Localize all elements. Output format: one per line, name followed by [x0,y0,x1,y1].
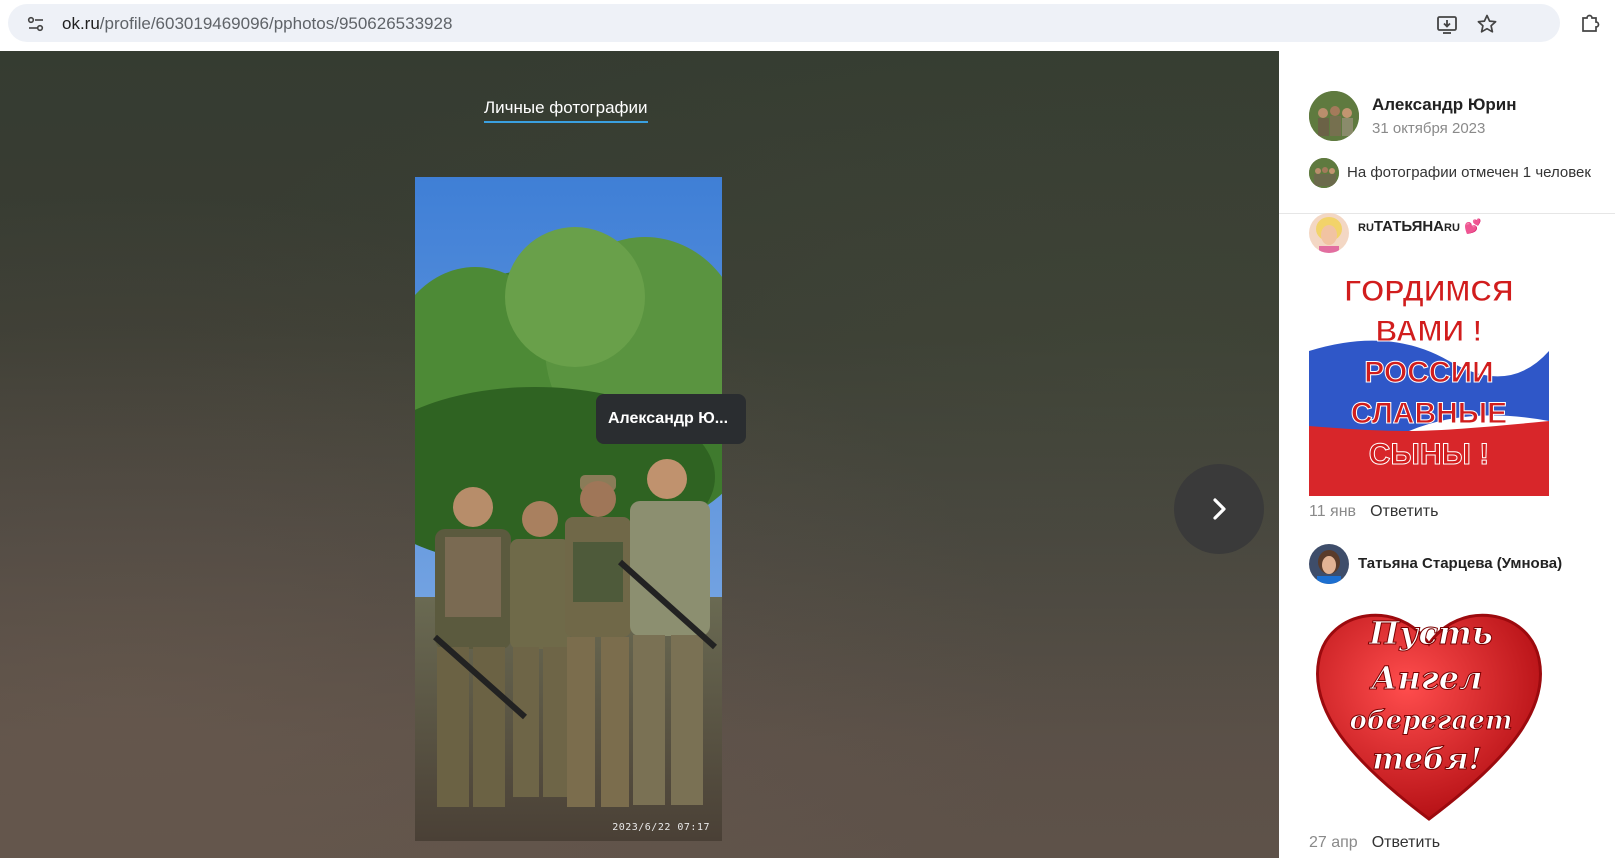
browser-toolbar: ok.ru/profile/603019469096/pphotos/95062… [0,0,1615,51]
comment-meta: 27 апр Ответить [1309,834,1440,852]
comment-meta: 11 янв Ответить [1309,503,1438,521]
tagged-person-avatar[interactable] [1309,158,1339,188]
commenter-name[interactable]: RUТАТЬЯНАRU 💕 [1358,218,1482,235]
postcard-line: Пусть [1368,614,1493,652]
reply-link[interactable]: Ответить [1370,503,1438,520]
main-photo[interactable]: 2023/6/22 07:17 [415,177,722,841]
name-suffix: RU [1444,222,1460,234]
commenter-avatar[interactable] [1309,213,1349,253]
url-text[interactable]: ok.ru/profile/603019469096/pphotos/95062… [62,14,452,34]
postcard-line: ГОРДИМСЯ [1344,275,1513,308]
photo-info-panel: Александр Юрин 31 октября 2023 На фотогр… [1279,51,1615,858]
postcard-line: оберегает [1350,706,1513,736]
postcard-line: ВАМИ ! [1376,315,1483,348]
star-icon[interactable] [1475,12,1499,36]
url-path: /profile/603019469096/pphotos/9506265339… [99,14,453,33]
postcard-line: тебя! [1372,742,1482,777]
site-settings-icon[interactable] [26,14,46,34]
author-name[interactable]: Александр Юрин [1372,95,1517,115]
commenter-name[interactable]: Татьяна Старцева (Умнова) [1358,555,1562,572]
url-host: ok.ru [62,14,100,33]
author-avatar[interactable] [1309,91,1359,141]
person-tag-tooltip[interactable]: Александр Ю... [596,394,746,444]
extensions-icon[interactable] [1578,10,1602,34]
hearts-emoji: 💕 [1464,218,1482,234]
comment-postcard-image[interactable]: Пусть Ангел оберегает тебя! [1309,589,1549,829]
reply-link[interactable]: Ответить [1372,834,1440,851]
postcard-line: СЫНЫ ! [1369,438,1489,471]
tagged-people-text[interactable]: На фотографии отмечен 1 человек [1347,164,1591,181]
album-link[interactable]: Личные фотографии [484,98,648,123]
commenter-avatar[interactable] [1309,544,1349,584]
comment-date: 27 апр [1309,834,1358,851]
comment-date: 11 янв [1309,503,1357,520]
name-prefix: RU [1358,222,1374,234]
photo-timestamp: 2023/6/22 07:17 [612,822,710,833]
postcard-line: СЛАВНЫЕ [1351,397,1507,430]
postcard-line: Ангел [1369,659,1482,697]
install-app-icon[interactable] [1435,12,1459,36]
address-bar[interactable]: ok.ru/profile/603019469096/pphotos/95062… [8,4,1560,42]
comment-postcard-image[interactable]: ГОРДИМСЯ ВАМИ ! РОССИИ СЛАВНЫЕ СЫНЫ ! [1309,256,1549,496]
next-photo-button[interactable] [1174,464,1264,554]
postcard-line: РОССИИ [1364,356,1493,389]
chevron-right-icon [1213,498,1226,520]
photo-viewer: Личные фотографии 2023/6/22 07:17 Алекса… [0,51,1279,858]
photo-date: 31 октября 2023 [1372,120,1486,137]
name-main: ТАТЬЯНА [1373,218,1445,235]
